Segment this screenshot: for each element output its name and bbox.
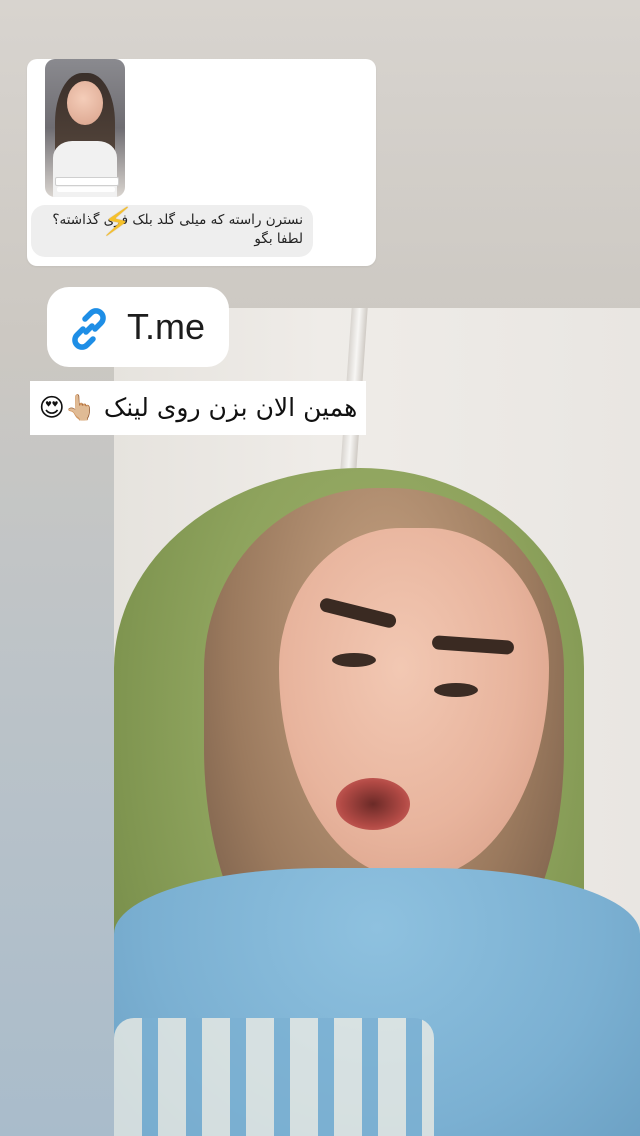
mouth: [336, 778, 410, 830]
reel-thumbnail[interactable]: [45, 59, 125, 197]
question-line-2: لطفا بگو: [254, 231, 303, 247]
cta-caption: همین الان بزن روی لینک 👆🏼😍: [30, 381, 366, 435]
left-eye: [332, 653, 376, 667]
thumbnail-face: [67, 81, 103, 125]
story-view: نسترن راسته که میلی گلد بلک فری گذاشته؟ …: [0, 0, 640, 1136]
link-label: T.me: [127, 306, 206, 347]
question-line-1: نسترن راسته که میلی گلد بلک فری گذاشته؟: [52, 212, 303, 228]
right-eye: [434, 683, 478, 697]
question-bubble: نسترن راسته که میلی گلد بلک فری گذاشته؟ …: [31, 200, 313, 257]
shirt-print: [114, 1018, 434, 1136]
link-icon: [72, 308, 106, 350]
question-sticker[interactable]: نسترن راسته که میلی گلد بلک فری گذاشته؟ …: [27, 59, 376, 266]
cta-text: همین الان بزن روی لینک 👆🏼😍: [38, 393, 358, 422]
lightning-emoji-icon: ⚡: [103, 200, 132, 246]
link-sticker[interactable]: T.me: [47, 287, 229, 367]
thumbnail-caption-bar: [55, 177, 119, 186]
thumbnail-caption-bar-2: [57, 187, 115, 192]
question-text: نسترن راسته که میلی گلد بلک فری گذاشته؟ …: [33, 211, 303, 249]
